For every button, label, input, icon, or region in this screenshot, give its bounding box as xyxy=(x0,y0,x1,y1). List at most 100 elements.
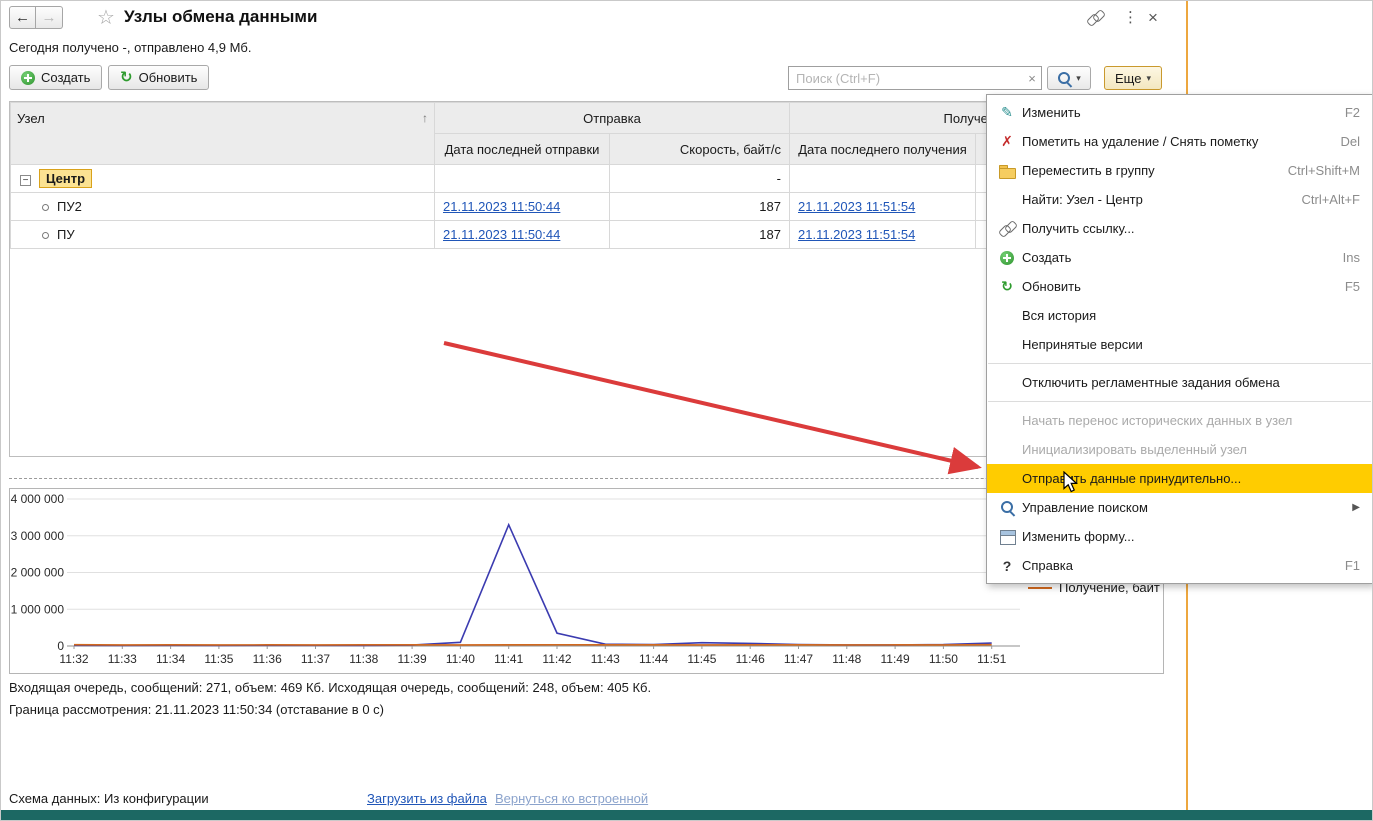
speed-cell: 187 xyxy=(610,221,790,249)
pencil-icon: ✎ xyxy=(995,104,1019,121)
column-header-send-date[interactable]: Дата последней отправки xyxy=(435,134,610,165)
delete-mark-icon: ✗ xyxy=(995,133,1019,150)
menu-item-find[interactable]: Найти: Узел - ЦентрCtrl+Alt+F xyxy=(987,185,1372,214)
svg-text:11:43: 11:43 xyxy=(591,652,620,666)
svg-text:11:36: 11:36 xyxy=(253,652,282,666)
speed-cell: - xyxy=(610,165,790,193)
get-link-icon[interactable] xyxy=(1087,10,1104,28)
favorite-star-icon[interactable]: ☆ xyxy=(97,5,115,30)
submenu-arrow-icon: ▶ xyxy=(1352,502,1360,513)
menu-item-edit-form[interactable]: Изменить форму... xyxy=(987,522,1372,551)
form-icon xyxy=(995,530,1019,544)
svg-text:4 000 000: 4 000 000 xyxy=(11,492,65,506)
svg-text:11:41: 11:41 xyxy=(494,652,523,666)
menu-item-search-management[interactable]: Управление поиском ▶ xyxy=(987,493,1372,522)
more-button[interactable]: Еще ▾ xyxy=(1104,66,1162,90)
menu-item-label: Непринятые версии xyxy=(1022,337,1360,352)
node-name-cell[interactable]: −Центр xyxy=(11,165,435,193)
menu-item-shortcut: Ctrl+Shift+M xyxy=(1288,163,1360,178)
date-link[interactable]: 21.11.2023 11:51:54 xyxy=(798,227,915,242)
menu-item-label: Управление поиском xyxy=(1022,500,1334,515)
window-menu-icon[interactable]: ⋮ xyxy=(1123,8,1138,26)
svg-text:11:48: 11:48 xyxy=(832,652,861,666)
boundary-status: Граница рассмотрения: 21.11.2023 11:50:3… xyxy=(9,702,384,717)
svg-text:11:49: 11:49 xyxy=(881,652,910,666)
date-link[interactable]: 21.11.2023 11:50:44 xyxy=(443,199,560,214)
svg-text:11:46: 11:46 xyxy=(736,652,765,666)
refresh-button[interactable]: ↻ Обновить xyxy=(108,65,209,90)
column-header-send-speed[interactable]: Скорость, байт/с xyxy=(610,134,790,165)
plus-icon xyxy=(21,71,35,85)
svg-text:11:42: 11:42 xyxy=(542,652,571,666)
node-circle-icon xyxy=(42,232,49,239)
menu-item-force-send-data[interactable]: Отправить данные принудительно... xyxy=(987,464,1372,493)
menu-item-label: Отправить данные принудительно... xyxy=(1022,471,1360,486)
chain-icon xyxy=(1087,10,1104,25)
svg-text:0: 0 xyxy=(57,639,64,653)
date-cell: 21.11.2023 11:50:44 xyxy=(435,221,610,249)
node-circle-icon xyxy=(42,204,49,211)
menu-item-refresh[interactable]: ↻Обновить F5 xyxy=(987,272,1372,301)
forward-button: → xyxy=(36,6,63,29)
move-group-shape-icon xyxy=(998,164,1016,178)
menu-item-all-history[interactable]: Вся история xyxy=(987,301,1372,330)
menu-item-move-to-group[interactable]: Переместить в группуCtrl+Shift+M xyxy=(987,156,1372,185)
date-link[interactable]: 21.11.2023 11:51:54 xyxy=(798,199,915,214)
column-header-node[interactable]: Узел ↑ xyxy=(11,103,435,165)
load-from-file-link[interactable]: Загрузить из файла xyxy=(367,791,487,806)
menu-item-mark-deletion[interactable]: ✗Пометить на удаление / Снять пометкуDel xyxy=(987,127,1372,156)
search-options-button[interactable]: ▾ xyxy=(1047,66,1091,90)
menu-separator xyxy=(988,363,1371,364)
node-name[interactable]: ПУ2 xyxy=(57,199,82,214)
move-group-icon xyxy=(995,164,1019,178)
caret-down-icon: ▾ xyxy=(1146,73,1151,84)
context-menu: ✎ИзменитьF2✗Пометить на удаление / Снять… xyxy=(986,94,1373,584)
refresh-icon: ↻ xyxy=(995,278,1019,295)
create-button[interactable]: Создать xyxy=(9,65,102,90)
form-shape-icon xyxy=(999,530,1015,544)
date-cell xyxy=(435,165,610,193)
menu-item-label: Начать перенос исторических данных в узе… xyxy=(1022,413,1360,428)
search-icon xyxy=(995,500,1019,515)
refresh-icon: ↻ xyxy=(120,71,133,85)
menu-separator xyxy=(988,401,1371,402)
menu-item-help[interactable]: ?СправкаF1 xyxy=(987,551,1372,580)
menu-item-label: Найти: Узел - Центр xyxy=(1022,192,1283,207)
menu-item-get-link[interactable]: Получить ссылку... xyxy=(987,214,1372,243)
menu-item-shortcut: Ins xyxy=(1343,250,1360,265)
collapse-group-icon[interactable]: − xyxy=(20,175,31,186)
more-button-label: Еще xyxy=(1115,71,1141,86)
menu-item-label: Изменить форму... xyxy=(1022,529,1360,544)
node-name[interactable]: Центр xyxy=(39,169,92,188)
column-header-receive-date[interactable]: Дата последнего получения xyxy=(790,134,976,165)
date-link[interactable]: 21.11.2023 11:50:44 xyxy=(443,227,560,242)
caret-down-icon: ▾ xyxy=(1076,73,1081,84)
menu-item-label: Отключить регламентные задания обмена xyxy=(1022,375,1360,390)
return-to-builtin-link[interactable]: Вернуться ко встроенной xyxy=(495,791,648,806)
svg-text:11:47: 11:47 xyxy=(784,652,813,666)
menu-item-disable-exchange-jobs[interactable]: Отключить регламентные задания обмена xyxy=(987,368,1372,397)
menu-item-label: Изменить xyxy=(1022,105,1327,120)
back-button[interactable]: ← xyxy=(9,6,36,29)
node-name-cell[interactable]: ПУ xyxy=(11,221,435,249)
menu-item-edit[interactable]: ✎ИзменитьF2 xyxy=(987,98,1372,127)
svg-text:11:35: 11:35 xyxy=(204,652,233,666)
search-clear-button[interactable]: × xyxy=(1023,66,1042,90)
close-icon[interactable]: × xyxy=(1148,8,1158,28)
column-group-send: Отправка xyxy=(435,103,790,134)
menu-item-shortcut: F1 xyxy=(1345,558,1360,573)
menu-item-label: Пометить на удаление / Снять пометку xyxy=(1022,134,1322,149)
link-shape-icon xyxy=(999,221,1016,236)
refresh-button-label: Обновить xyxy=(139,70,198,85)
node-name-cell[interactable]: ПУ2 xyxy=(11,193,435,221)
svg-text:2 000 000: 2 000 000 xyxy=(11,566,65,580)
menu-item-unaccepted-versions[interactable]: Непринятые версии xyxy=(987,330,1372,359)
menu-item-label: Обновить xyxy=(1022,279,1327,294)
date-cell: 21.11.2023 11:50:44 xyxy=(435,193,610,221)
svg-text:1 000 000: 1 000 000 xyxy=(11,602,65,616)
date-cell: 21.11.2023 11:51:54 xyxy=(790,221,976,249)
menu-item-create[interactable]: СоздатьIns xyxy=(987,243,1372,272)
search-input[interactable] xyxy=(788,66,1024,90)
menu-item-shortcut: F5 xyxy=(1345,279,1360,294)
node-name[interactable]: ПУ xyxy=(57,227,75,242)
